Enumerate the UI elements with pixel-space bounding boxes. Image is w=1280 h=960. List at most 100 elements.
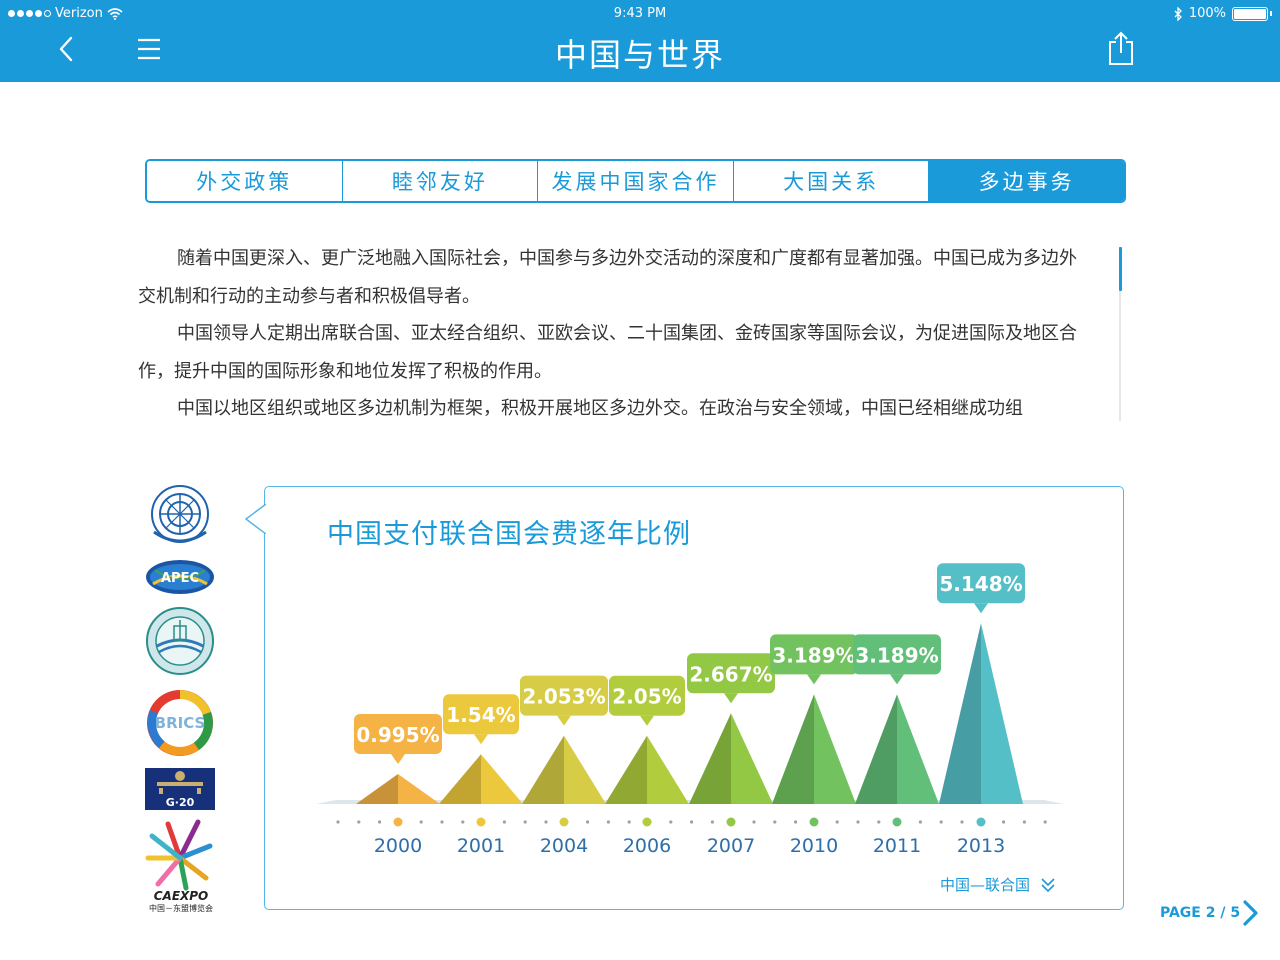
chart-pointer [244,504,266,534]
bar-2001-left [439,754,481,804]
axis-dot [544,820,548,824]
bluetooth-icon [1174,6,1182,21]
caexpo-text: CAEXPO [154,889,209,903]
tab-diplomatic-policy[interactable]: 外交政策 [147,161,343,201]
status-bar: Verizon 9:43 PM 100% [0,0,1280,26]
un-logo[interactable] [145,484,215,546]
sco-logo[interactable] [145,606,215,676]
x-tick-label: 2011 [873,835,921,857]
data-label-pointer [474,734,488,745]
data-label-2000: 0.995% [354,714,442,764]
axis-dot [357,820,361,824]
caexpo-logo[interactable]: CAEXPO 中国－东盟博览会 [140,818,220,914]
data-label-text: 2.053% [522,685,605,709]
status-right: 100% [1173,6,1272,21]
bar-2010-left [772,694,814,804]
x-tick-label: 2013 [957,835,1005,857]
axis-dot [960,820,964,824]
x-tick-label: 2001 [457,835,505,857]
page-indicator: PAGE 2 / 5 [1160,905,1241,921]
bar-2010 [814,694,856,804]
brics-text: BRICS [155,714,206,732]
axis-dot [523,820,527,824]
axis-marker-2010 [809,817,819,827]
data-label-pointer [974,603,988,614]
g20-logo[interactable]: G·20 [145,768,215,810]
un-china-link[interactable]: 中国—联合国 [940,874,1056,895]
caexpo-subtext: 中国－东盟博览会 [149,903,213,913]
data-label-2010: 3.189% [770,634,858,685]
axis-dot [794,820,798,824]
bar-2013 [981,623,1023,804]
apec-logo[interactable]: APEC [145,558,215,596]
axis-marker-2000 [393,817,403,827]
data-label-text: 0.995% [356,723,439,747]
axis-dot [669,820,673,824]
data-label-text: 2.667% [689,662,772,686]
x-tick-label: 2000 [374,835,422,857]
axis-dot [1022,820,1026,824]
chart-plot: 0.995% 2000 1.54% 2001 2.053% 2004 2.05% 2006 2.… [316,563,1064,857]
article-paragraph: 中国领导人定期出席联合国、亚太经合组织、亚欧会议、二十国集团、金砖国家等国际会议… [138,323,1077,382]
axis-dot [606,820,610,824]
axis-dot [1043,820,1047,824]
data-label-text: 3.189% [855,643,938,667]
axis-dot [502,820,506,824]
axis-dot [690,820,694,824]
data-label-pointer [890,674,904,685]
x-tick-label: 2010 [790,835,838,857]
un-china-link-label: 中国—联合国 [940,876,1031,894]
x-tick-label: 2007 [707,835,755,857]
tab-developing-countries[interactable]: 发展中国家合作 [538,161,734,201]
article-text: 随着中国更深入、更广泛地融入国际社会，中国参与多边外交活动的深度和广度都有显著加… [138,240,1088,425]
axis-dot [710,820,714,824]
axis-marker-2001 [476,817,486,827]
axis-dot [773,820,777,824]
bar-2011-left [855,694,897,804]
bar-2006-left [605,735,647,804]
share-button[interactable] [1104,30,1138,68]
axis-dot [918,820,923,824]
axis-dot [461,820,465,824]
axis-dot [877,820,881,824]
data-label-pointer [557,715,571,726]
battery-tip [1270,11,1272,16]
tab-good-neighbor[interactable]: 睦邻友好 [342,161,539,201]
axis-dot [1002,820,1006,824]
status-time: 9:43 PM [613,6,667,21]
nav-bar: Verizon 9:43 PM 100% 中国与世界 [0,0,1280,82]
axis-dot [586,820,590,824]
category-tabs: 外交政策 睦邻友好 发展中国家合作 大国关系 多边事务 [145,159,1126,203]
data-label-2013: 5.148% [937,563,1025,614]
data-label-2006: 2.05% [609,675,685,726]
x-tick-label: 2006 [623,835,671,857]
article-paragraph: 中国以地区组织或地区多边机制为框架，积极开展地区多边外交。在政治与安全领域，中国… [177,398,1023,419]
next-page-button[interactable] [1240,898,1262,928]
bar-2006 [647,735,689,804]
data-label-2007: 2.667% [687,653,775,704]
double-chevron-down-icon [1041,877,1055,892]
axis-dot [752,820,756,824]
data-label-2001: 1.54% [443,694,519,745]
bar-2004-left [522,735,564,804]
data-label-pointer [807,674,821,685]
data-label-2004: 2.053% [520,675,608,726]
article-paragraph: 随着中国更深入、更广泛地融入国际社会，中国参与多边外交活动的深度和广度都有显著加… [138,248,1077,307]
g20-text: G·20 [166,796,195,809]
scrollbar-thumb[interactable] [1119,247,1122,291]
apec-text: APEC [161,571,199,586]
tab-major-powers[interactable]: 大国关系 [733,161,930,201]
bar-2000-left [356,774,398,804]
data-label-text: 3.189% [772,643,855,667]
battery-percent: 100% [1188,6,1226,21]
axis-dot [939,820,943,824]
battery-icon [1232,6,1268,21]
bar-2000 [398,774,440,804]
page-title: 中国与世界 [554,36,725,74]
axis-dot [378,820,382,824]
bar-2001 [481,754,523,804]
brics-logo[interactable]: BRICS [145,688,215,758]
axis-dot [856,820,860,824]
tab-multilateral-affairs[interactable]: 多边事务 [929,161,1124,201]
axis-dot [419,820,423,824]
